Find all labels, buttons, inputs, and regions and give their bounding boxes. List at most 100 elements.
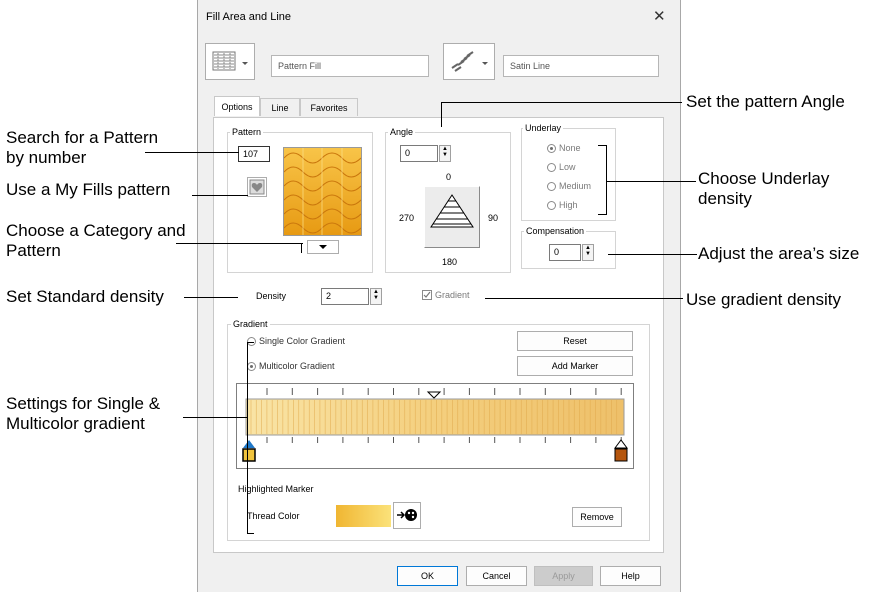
tab-line[interactable]: Line [260,98,300,116]
leader-line [608,254,697,255]
leader-line [441,102,682,103]
thread-color-label: Thread Color [247,511,300,521]
tab-options[interactable]: Options [214,96,260,116]
angle-label-right: 90 [488,213,499,223]
left-marker-arrow-icon [243,440,255,448]
fill-area-line-dialog: Fill Area and Line ✕ Pattern Fill Satin … [197,0,681,592]
underlay-none-label: None [559,143,581,153]
underlay-high-label: High [559,200,578,210]
density-spinner[interactable]: ▲ ▼ [370,288,382,305]
chevron-down-icon [319,245,327,249]
dialog-title: Fill Area and Line [206,11,291,23]
single-color-gradient-label: Single Color Gradient [259,336,346,346]
heart-icon [249,179,265,195]
annotation-gradient-settings: Settings for Single & Multicolor gradien… [6,394,161,433]
compensation-spinner[interactable]: ▲ ▼ [582,244,594,261]
left-color-marker [242,448,256,462]
reset-button[interactable]: Reset [517,331,633,351]
leader-line [184,297,238,298]
chevron-down-icon [482,62,488,65]
close-icon[interactable]: ✕ [653,7,666,25]
multicolor-gradient-radio[interactable] [247,362,256,371]
leader-line [598,145,606,146]
apply-button: Apply [534,566,593,586]
multicolor-gradient-label: Multicolor Gradient [259,361,335,371]
check-icon [423,291,431,298]
pattern-number-input[interactable]: 107 [238,146,270,162]
angle-group-label: Angle [388,127,416,137]
midpoint-marker-icon [426,391,442,399]
angle-dial[interactable] [424,186,480,248]
my-fills-button[interactable] [247,177,267,197]
gradient-editor[interactable] [236,383,634,469]
density-input[interactable]: 2 [321,288,369,305]
help-button[interactable]: Help [600,566,661,586]
ok-button[interactable]: OK [397,566,458,586]
leader-line [301,243,302,253]
angle-label-left: 270 [399,213,415,223]
right-color-marker [614,448,628,462]
leader-line [192,195,248,196]
compensation-group-label: Compensation [524,226,587,236]
chevron-down-icon [242,62,248,65]
compensation-input[interactable]: 0 [549,244,581,261]
tab-favorites[interactable]: Favorites [300,98,358,116]
gradient-group-label: Gradient [231,319,270,329]
angle-preview-icon [430,194,474,228]
gradient-checkbox[interactable] [422,290,432,300]
annotation-underlay-density: Choose Underlay density [698,169,830,208]
fill-type-field[interactable]: Pattern Fill [271,55,429,77]
underlay-medium-label: Medium [559,181,592,191]
satin-line-icon [451,51,488,72]
leader-line [247,533,254,534]
pattern-fill-icon [212,51,248,71]
annotation-gradient-density: Use gradient density [686,290,841,309]
leader-line [247,342,248,533]
underlay-low-label: Low [559,162,576,172]
leader-line [145,152,239,153]
annotation-search-pattern: Search for a Pattern by number [6,128,159,167]
tab-strip: Options Line Favorites [214,96,664,118]
angle-input[interactable]: 0 [400,145,438,162]
leader-line [598,214,606,215]
pattern-preview[interactable] [283,147,362,236]
pattern-thumbnail [284,148,361,235]
color-picker-button[interactable] [393,502,421,529]
annotation-pattern-angle: Set the pattern Angle [686,92,845,111]
underlay-group-label: Underlay [523,123,564,133]
highlighted-marker-label: Highlighted Marker [238,484,314,494]
leader-line [485,298,683,299]
pattern-group-label: Pattern [230,127,264,137]
underlay-none-radio[interactable] [547,144,556,153]
gradient-checkbox-label: Gradient [435,290,470,300]
line-type-field[interactable]: Satin Line [503,55,659,77]
category-dropdown-button[interactable] [307,240,339,254]
remove-button[interactable]: Remove [572,507,622,527]
underlay-medium-radio[interactable] [547,182,556,191]
annotation-area-size: Adjust the area’s size [698,244,860,263]
add-marker-button[interactable]: Add Marker [517,356,633,376]
underlay-low-radio[interactable] [547,163,556,172]
angle-spinner[interactable]: ▲ ▼ [439,145,451,162]
density-label: Density [256,291,287,301]
line-type-button[interactable] [443,43,495,80]
angle-value: 0 [405,148,411,158]
annotation-category: Choose a Category and Pattern [6,221,186,260]
color-palette-icon [397,509,417,521]
gradient-bar [242,388,628,462]
annotation-my-fills: Use a My Fills pattern [6,180,171,199]
fill-type-button[interactable] [205,43,255,80]
options-tab-page: Pattern 107 Angle 0 ▲ ▼ 0 270 90 180 Und… [213,117,664,553]
leader-line [606,145,607,215]
leader-line [606,181,696,182]
angle-label-bottom: 180 [442,257,458,267]
thread-color-swatch [336,505,391,527]
leader-line [441,102,442,127]
cancel-button[interactable]: Cancel [466,566,527,586]
leader-line [176,243,303,244]
underlay-high-radio[interactable] [547,201,556,210]
gradient-strip [245,398,625,436]
leader-line [183,417,247,418]
right-marker-arrow-icon [614,439,628,449]
annotation-standard-density: Set Standard density [6,287,164,306]
